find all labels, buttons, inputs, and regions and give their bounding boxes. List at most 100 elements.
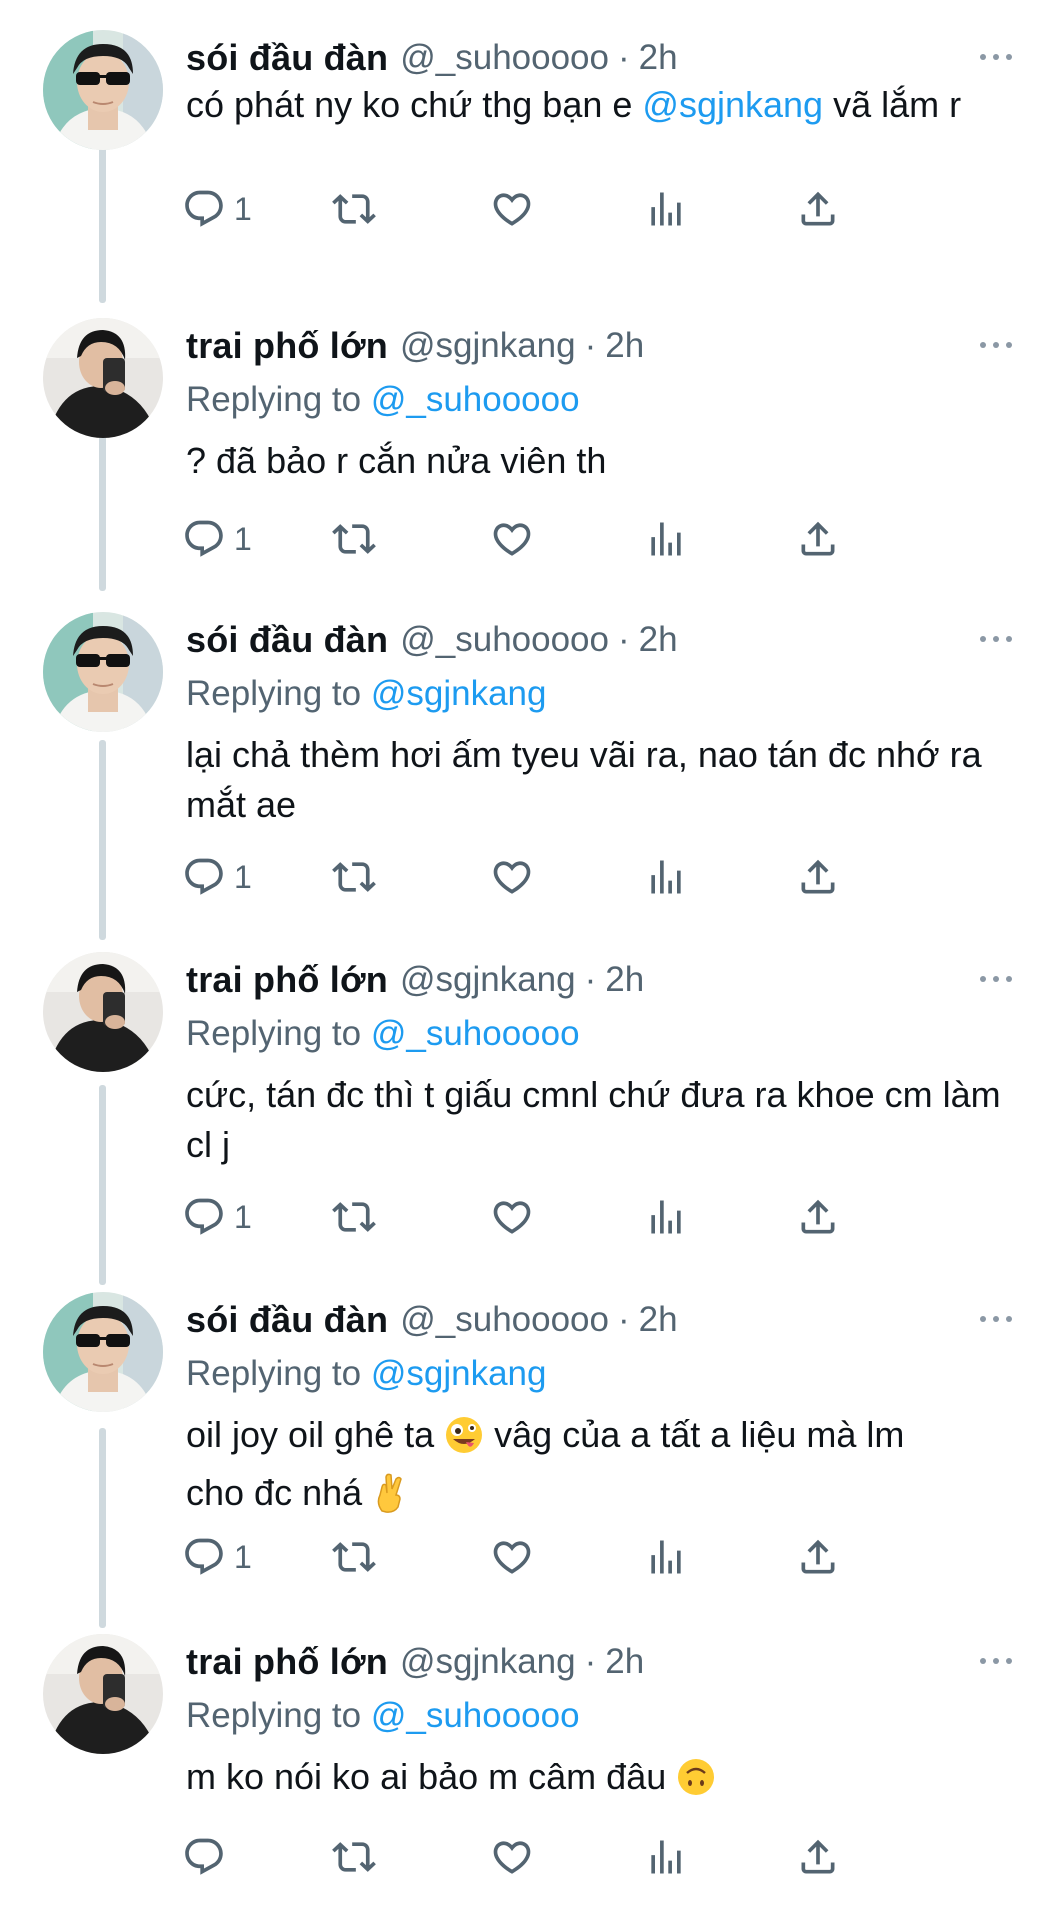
- user-handle[interactable]: @_suhooooo: [400, 1300, 609, 1340]
- share-icon: [801, 1199, 835, 1234]
- retweet-button[interactable]: [332, 184, 376, 234]
- user-handle[interactable]: @sgjnkang: [400, 1642, 576, 1682]
- tweet[interactable]: sói đầu đàn @_suhooooo · 2h có phát ny k…: [0, 18, 1064, 308]
- mention-link[interactable]: @sgjnkang: [642, 84, 823, 125]
- tweet[interactable]: sói đầu đàn @_suhooooo · 2h Replying to …: [0, 1280, 1064, 1620]
- views-button[interactable]: [644, 1532, 688, 1582]
- tweet-text-line: cho đc nhá: [186, 1468, 1036, 1526]
- reply-button[interactable]: 1: [182, 1192, 252, 1242]
- share-button[interactable]: [796, 852, 840, 902]
- tweet[interactable]: trai phố lớn @sgjnkang · 2h Replying to …: [0, 1622, 1064, 1920]
- tweet-text-line: oil joy oil ghê ta vâg của a tất a liệu …: [186, 1410, 1036, 1468]
- more-icon[interactable]: [966, 624, 1026, 654]
- timestamp[interactable]: 2h: [605, 326, 644, 366]
- tweet-text-part: vã lắm r: [823, 84, 962, 125]
- like-button[interactable]: [490, 514, 534, 564]
- more-icon[interactable]: [966, 1304, 1026, 1334]
- more-icon[interactable]: [966, 330, 1026, 360]
- reply-button[interactable]: 1: [182, 852, 252, 902]
- tweet-actions: 1: [182, 1192, 1032, 1242]
- user-handle[interactable]: @_suhooooo: [400, 38, 609, 78]
- timestamp[interactable]: 2h: [639, 1300, 678, 1340]
- retweet-button[interactable]: [332, 1532, 376, 1582]
- retweet-button[interactable]: [332, 852, 376, 902]
- share-button[interactable]: [796, 1192, 840, 1242]
- share-icon: [801, 1539, 835, 1574]
- retweet-icon: [332, 194, 376, 224]
- share-icon: [801, 859, 835, 894]
- replying-label: Replying to: [186, 1696, 371, 1735]
- more-icon[interactable]: [966, 42, 1026, 72]
- replying-handle[interactable]: @_suhooooo: [371, 1696, 580, 1735]
- user-handle[interactable]: @sgjnkang: [400, 326, 576, 366]
- reply-count: 1: [234, 1198, 252, 1235]
- tweet[interactable]: trai phố lớn @sgjnkang · 2h Replying to …: [0, 306, 1064, 596]
- like-icon: [493, 861, 531, 894]
- tweet[interactable]: trai phố lớn @sgjnkang · 2h Replying to …: [0, 940, 1064, 1280]
- like-button[interactable]: [490, 184, 534, 234]
- tweet-text-part: m ko nói ko ai bảo m câm đâu: [186, 1756, 677, 1797]
- tweet-text: ? đã bảo r cắn nửa viên th: [186, 440, 607, 481]
- reply-count: 1: [234, 190, 252, 227]
- user-handle[interactable]: @_suhooooo: [400, 620, 609, 660]
- views-button[interactable]: [644, 852, 688, 902]
- like-button[interactable]: [490, 1532, 534, 1582]
- share-button[interactable]: [796, 514, 840, 564]
- retweet-button[interactable]: [332, 1832, 376, 1882]
- share-button[interactable]: [796, 184, 840, 234]
- avatar[interactable]: [43, 1634, 163, 1754]
- conversation-thread: sói đầu đàn @_suhooooo · 2h có phát ny k…: [0, 0, 1064, 1920]
- display-name[interactable]: sói đầu đàn: [186, 619, 388, 661]
- replying-handle[interactable]: @_suhooooo: [371, 380, 580, 419]
- views-button[interactable]: [644, 1832, 688, 1882]
- display-name[interactable]: trai phố lớn: [186, 325, 388, 367]
- reply-button[interactable]: 1: [182, 514, 252, 564]
- views-button[interactable]: [644, 1192, 688, 1242]
- like-button[interactable]: [490, 852, 534, 902]
- like-button[interactable]: [490, 1192, 534, 1242]
- replying-handle[interactable]: @sgjnkang: [371, 674, 547, 713]
- tweet[interactable]: sói đầu đàn @_suhooooo · 2h Replying to …: [0, 600, 1064, 940]
- timestamp[interactable]: 2h: [605, 1642, 644, 1682]
- views-button[interactable]: [644, 184, 688, 234]
- tweet-text-part: vâg của a tất a liệu mà lm: [484, 1414, 905, 1455]
- user-handle[interactable]: @sgjnkang: [400, 960, 576, 1000]
- tweet-actions: 1: [182, 1532, 1032, 1582]
- avatar[interactable]: [43, 318, 163, 438]
- tweet-text-part: oil joy oil ghê ta: [186, 1414, 445, 1455]
- replying-label: Replying to: [186, 380, 371, 419]
- more-icon[interactable]: [966, 1646, 1026, 1676]
- share-icon: [801, 521, 835, 556]
- replying-handle[interactable]: @sgjnkang: [371, 1354, 547, 1393]
- timestamp[interactable]: 2h: [639, 620, 678, 660]
- display-name[interactable]: trai phố lớn: [186, 959, 388, 1001]
- views-button[interactable]: [644, 514, 688, 564]
- avatar[interactable]: [43, 30, 163, 150]
- zany-face-emoji: [444, 1415, 484, 1468]
- reply-button[interactable]: 1: [182, 184, 252, 234]
- retweet-button[interactable]: [332, 514, 376, 564]
- share-button[interactable]: [796, 1832, 840, 1882]
- avatar[interactable]: [43, 952, 163, 1072]
- timestamp[interactable]: 2h: [605, 960, 644, 1000]
- display-name[interactable]: sói đầu đàn: [186, 1299, 388, 1341]
- retweet-icon: [332, 524, 376, 554]
- tweet-text-part: cho đc nhá: [186, 1472, 373, 1513]
- display-name[interactable]: sói đầu đàn: [186, 37, 388, 79]
- more-icon[interactable]: [966, 964, 1026, 994]
- share-button[interactable]: [796, 1532, 840, 1582]
- tweet-actions: 1: [182, 514, 1032, 564]
- like-button[interactable]: [490, 1832, 534, 1882]
- avatar[interactable]: [43, 612, 163, 732]
- reply-button[interactable]: [182, 1832, 234, 1882]
- replying-handle[interactable]: @_suhooooo: [371, 1014, 580, 1053]
- avatar[interactable]: [43, 1292, 163, 1412]
- reply-button[interactable]: 1: [182, 1532, 252, 1582]
- timestamp[interactable]: 2h: [639, 38, 678, 78]
- replying-label: Replying to: [186, 1014, 371, 1053]
- retweet-button[interactable]: [332, 1192, 376, 1242]
- display-name[interactable]: trai phố lớn: [186, 1641, 388, 1683]
- tweet-actions: 1: [182, 184, 1032, 234]
- tweet-text: oil joy oil ghê ta vâg của a tất a liệu …: [186, 1410, 1036, 1526]
- separator-dot: ·: [584, 960, 597, 999]
